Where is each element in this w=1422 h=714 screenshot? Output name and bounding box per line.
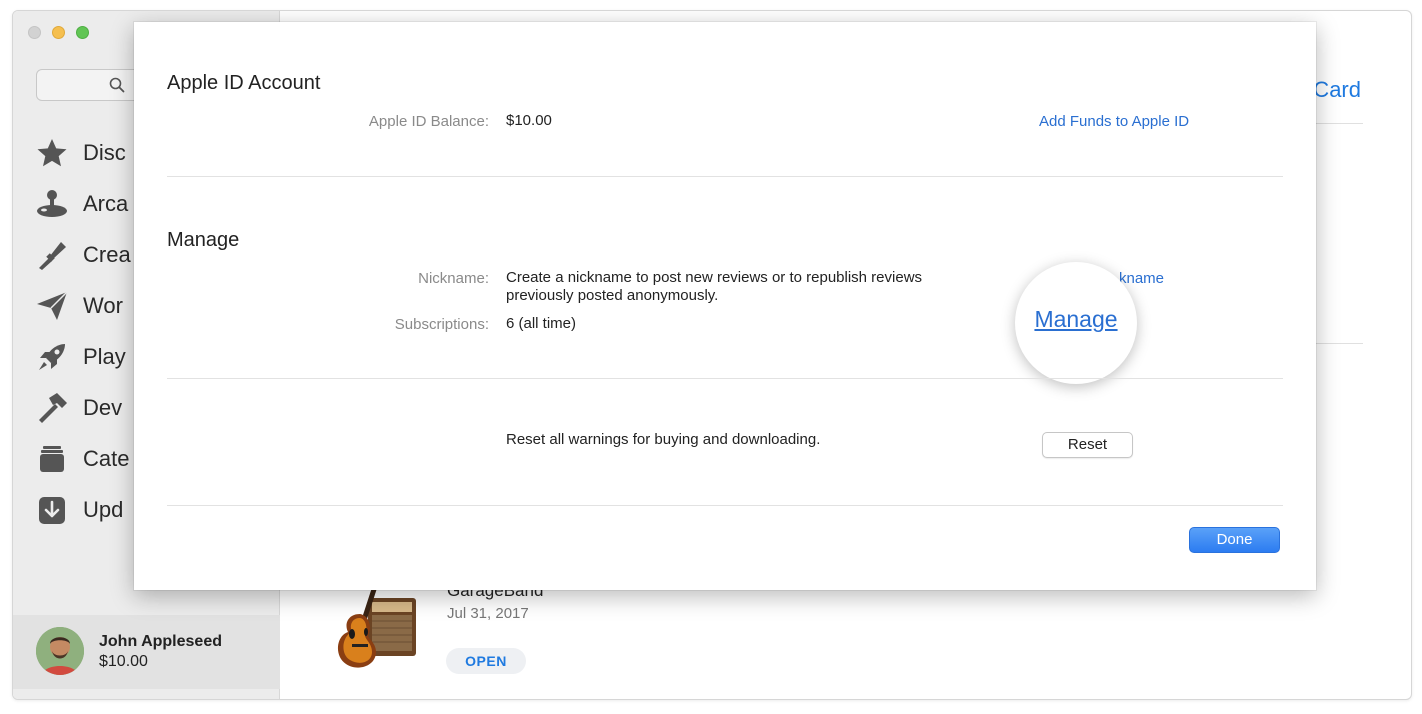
divider [167,378,1283,379]
set-nickname-link[interactable]: kname [1119,270,1164,287]
joystick-icon [35,187,69,221]
sidebar-item-label: Cate [83,446,130,471]
open-button[interactable]: OPEN [446,648,526,674]
window-maximize-button[interactable] [76,26,89,39]
reset-warnings-text: Reset all warnings for buying and downlo… [506,431,821,448]
add-funds-link[interactable]: Add Funds to Apple ID [1039,113,1189,130]
done-button[interactable]: Done [1189,527,1280,553]
sidebar-item-label: Crea [83,242,131,267]
sidebar-item-label: Disc [83,140,126,165]
subscriptions-label: Subscriptions: [394,316,489,333]
divider [167,176,1283,177]
reset-button[interactable]: Reset [1042,432,1133,458]
stack-icon [35,442,69,476]
brush-icon [35,238,69,272]
magnifier-callout: Manage [1015,262,1137,384]
sidebar-item-label: Arca [83,191,129,216]
user-balance: $10.00 [99,653,148,670]
app-store-window: Disc Arca Crea Wor Play Dev Cate Upd Joh… [12,10,1412,700]
hammer-icon [35,391,69,425]
paper-plane-icon [35,289,69,323]
star-icon [35,136,69,170]
section-title-manage: Manage [167,229,240,251]
sidebar-item-label: Dev [83,395,123,420]
section-title-apple-id: Apple ID Account [167,72,321,94]
apple-id-balance-label: Apple ID Balance: [368,113,489,130]
sidebar-item-label: Play [83,344,126,369]
garageband-app-icon [330,576,420,671]
subscriptions-value: 6 (all time) [506,315,577,332]
sidebar-item-label: Upd [83,497,124,522]
nickname-description-line1: Create a nickname to post new reviews or… [506,269,923,286]
window-close-button[interactable] [28,26,41,39]
manage-subscriptions-link[interactable]: Manage [1015,306,1137,333]
nickname-description-line2: previously posted anonymously. [506,287,719,304]
account-settings-sheet: Apple ID Account Apple ID Balance: $10.0… [134,22,1316,590]
rocket-icon [35,340,69,374]
avatar [36,627,84,675]
nickname-label: Nickname: [418,270,489,287]
user-name: John Appleseed [99,633,222,650]
download-icon [35,493,69,527]
search-icon [109,77,125,93]
account-button[interactable]: John Appleseed $10.00 [13,615,280,689]
window-minimize-button[interactable] [52,26,65,39]
sidebar-item-label: Wor [83,293,123,318]
app-date: Jul 31, 2017 [447,605,529,622]
apple-id-balance-value: $10.00 [506,112,552,129]
divider [167,505,1283,506]
